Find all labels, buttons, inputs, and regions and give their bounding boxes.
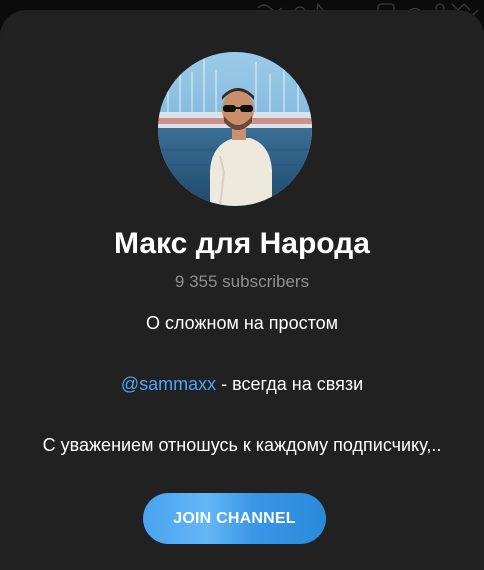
description-line-1: О сложном на простом — [145, 313, 339, 333]
channel-info-card: Макс для Народа 9 355 subscribers О слож… — [0, 10, 484, 570]
description-line-2: @sammaxx - всегда на связи — [0, 371, 484, 397]
mention-link[interactable]: @sammaxx — [121, 374, 216, 394]
channel-title: Макс для Народа — [114, 227, 370, 260]
channel-avatar — [158, 52, 312, 206]
subscriber-count: 9 355 subscribers — [174, 272, 310, 291]
description-line-3: С уважением отношусь к каждому подписчик… — [42, 435, 442, 455]
join-channel-button[interactable]: JOIN CHANNEL — [143, 493, 326, 544]
description-line-2-text: - всегда на связи — [216, 374, 364, 394]
